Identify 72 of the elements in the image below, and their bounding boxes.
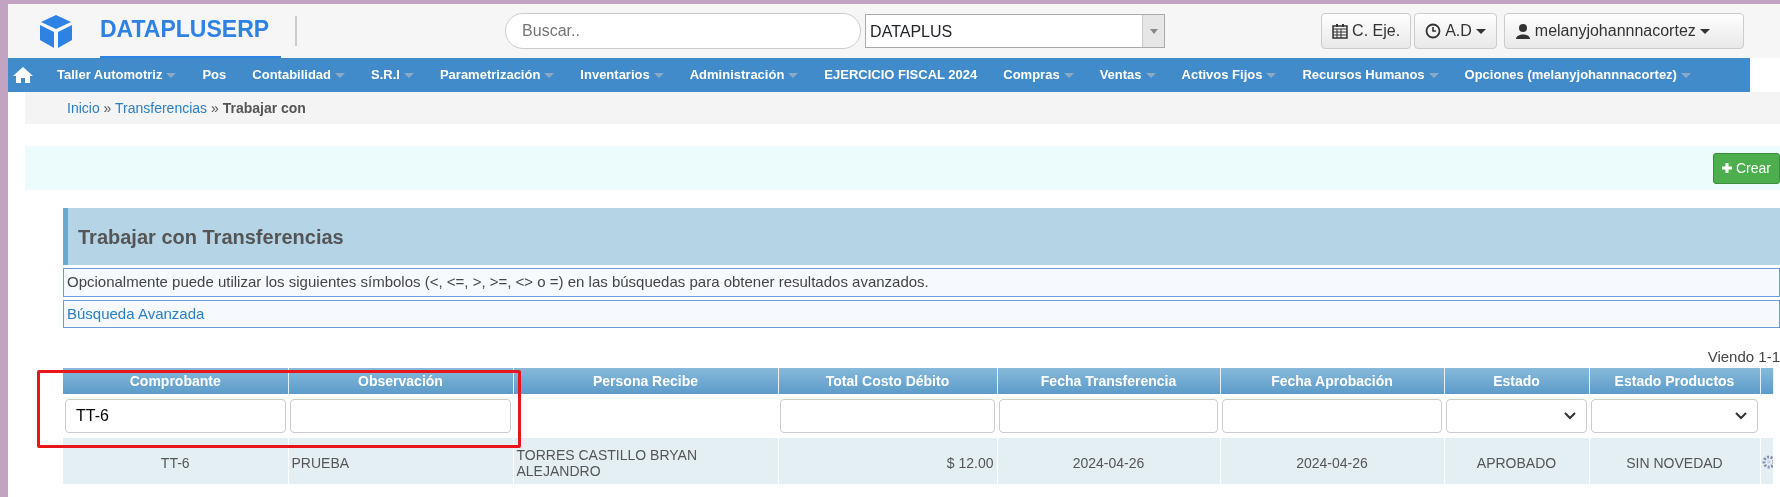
search-field[interactable]: Buscar.. (505, 13, 862, 49)
breadcrumb-separator: » (209, 100, 220, 116)
caret-icon (1699, 28, 1710, 34)
filter-field[interactable]: TT-6 (65, 399, 286, 433)
chevron-icon (1735, 412, 1747, 420)
create-button[interactable]: Crear (1713, 152, 1780, 184)
menu-item[interactable]: Pos (193, 65, 236, 85)
menu-item[interactable]: Parametrización (430, 65, 564, 85)
caret-icon (166, 72, 177, 78)
panel-title: Trabajar con Transferencias (63, 208, 1780, 265)
filter-field[interactable] (780, 399, 995, 433)
table-cell: APROBADO (1476, 454, 1557, 471)
caret-icon (1149, 28, 1158, 34)
caret-icon (1266, 72, 1277, 78)
caret-icon (788, 72, 799, 78)
caret-icon (544, 72, 555, 78)
gear-icon (1760, 455, 1773, 470)
menu-item[interactable]: Activos Fijos (1172, 65, 1286, 85)
cube-icon (38, 13, 74, 49)
caret-icon (1428, 72, 1439, 78)
menu-item[interactable]: Contabilidad (243, 65, 354, 85)
header-button[interactable]: C. Eje. (1321, 13, 1412, 49)
column-header[interactable]: Fecha Transferencia (997, 368, 1220, 394)
filter-select[interactable] (1591, 399, 1758, 433)
plus-icon (1722, 163, 1732, 173)
caret-icon (1145, 72, 1156, 78)
user-icon (1514, 23, 1531, 39)
menu-item[interactable]: Inventarios (571, 65, 673, 85)
menu-item[interactable]: Ventas (1090, 65, 1165, 85)
table-cell: SIN NOVEDAD (1626, 454, 1723, 471)
column-header[interactable]: Total Costo Débito (778, 368, 997, 394)
caret-icon (335, 72, 345, 78)
column-header[interactable]: Estado Productos (1589, 368, 1760, 394)
caret-icon (1680, 72, 1691, 78)
search-hint: Opcionalmente puede utilizar los siguientes símbolos (<, <=, >, >=, <> o =) en las búsquedas para obtener resultados avanzados. (63, 268, 1780, 297)
menu-item[interactable]: Administración (680, 65, 808, 85)
record-count: Viendo 1-1 (1706, 347, 1780, 367)
calendar-icon (1332, 23, 1349, 39)
breadcrumb-separator: » (102, 100, 113, 116)
caret-icon (1475, 28, 1486, 34)
header-button[interactable]: A.D (1414, 13, 1497, 49)
menu-item[interactable]: Taller Automotriz (48, 65, 186, 85)
filter-field[interactable] (999, 399, 1218, 433)
filter-field[interactable] (290, 399, 511, 433)
breadcrumb-link[interactable]: Inicio (67, 100, 100, 116)
breadcrumb-current: Trabajar con (222, 100, 306, 116)
table-cell: 2024-04-26 (1072, 454, 1145, 471)
column-header[interactable]: Persona Recibe (513, 368, 778, 394)
column-header[interactable]: Estado (1444, 368, 1589, 394)
header-button[interactable]: melanyjohannnacortez (1503, 13, 1744, 49)
table-cell: TT-6 (160, 454, 190, 471)
company-select[interactable]: DATAPLUS (865, 14, 1166, 48)
column-header[interactable]: Fecha Aprobación (1220, 368, 1444, 394)
table-cell: PRUEBA (291, 454, 350, 471)
home-icon (12, 66, 34, 84)
menu-item[interactable]: Compras (994, 65, 1083, 85)
menu-item[interactable]: S.R.I (362, 65, 423, 85)
caret-icon (403, 72, 414, 78)
table-cell: TORRES CASTILLO BRYAN ALEJANDRO (516, 446, 697, 479)
menu-item[interactable]: Recursos Humanos (1293, 65, 1448, 85)
chevron-icon (1564, 412, 1576, 420)
table-cell: $ 12.00 (946, 454, 994, 471)
breadcrumb-link[interactable]: Transferencias (115, 100, 208, 116)
menu-item[interactable]: EJERCICIO FISCAL 2024 (815, 65, 987, 85)
caret-icon (1063, 72, 1074, 78)
filter-field[interactable] (1222, 399, 1442, 433)
table-cell: 2024-04-26 (1296, 454, 1368, 471)
filter-select[interactable] (1446, 399, 1587, 433)
advanced-search-link[interactable]: Búsqueda Avanzada (67, 304, 205, 322)
clock-icon (1425, 23, 1442, 39)
menu-item[interactable]: Opciones (melanyjohannnacortez) (1455, 65, 1700, 85)
caret-icon (653, 72, 664, 78)
